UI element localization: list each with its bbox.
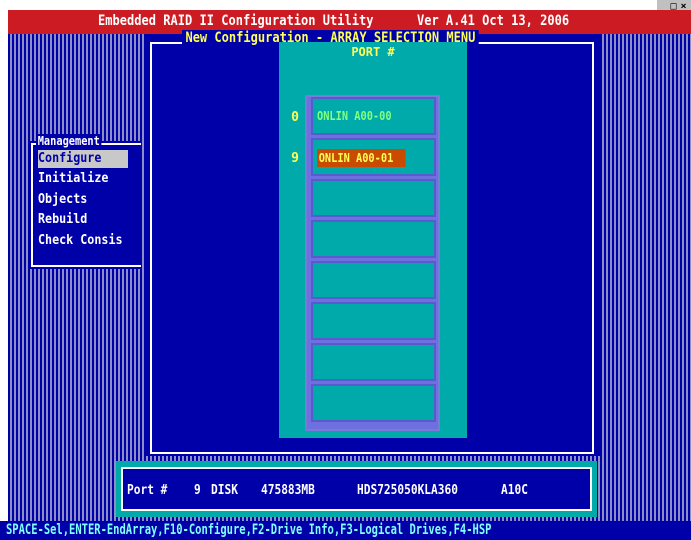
window-top-strip [0, 0, 691, 10]
port-slot-5[interactable] [311, 302, 436, 340]
slot-number: 0 [291, 110, 299, 125]
port-slot-3[interactable] [311, 220, 436, 258]
port-header: PORT # [351, 45, 395, 59]
menu-item-initialize[interactable]: Initialize [38, 170, 128, 188]
menu-item-objects[interactable]: Objects [38, 191, 128, 209]
info-port-label: Port # [127, 483, 168, 498]
port-slot-2[interactable] [311, 179, 436, 217]
help-bar-text: SPACE-Sel,ENTER-EndArray,F10-Configure,F… [6, 522, 492, 538]
info-port-number: 9 [194, 483, 201, 498]
info-drive-firmware: A10C [501, 483, 528, 498]
info-drive-type: DISK [211, 483, 238, 498]
help-bar: SPACE-Sel,ENTER-EndArray,F10-Configure,F… [0, 521, 691, 540]
port-slot-1[interactable]: ONLIN A00-01 [311, 138, 436, 176]
menu-item-check-consistency[interactable]: Check Consis [38, 232, 128, 250]
title-text: Embedded RAID II Configuration Utility V… [98, 13, 570, 29]
menu-item-rebuild[interactable]: Rebuild [38, 211, 128, 229]
info-drive-model: HDS725050KLA360 [357, 483, 458, 498]
port-slot-0[interactable]: ONLIN A00-00 [311, 97, 436, 135]
drive-info-box: Port # 9 DISK 475883MB HDS725050KLA360 A… [121, 467, 592, 511]
menu-item-configure[interactable]: Configure [38, 150, 128, 168]
slot-number: 9 [291, 151, 299, 166]
management-menu-title: Management [36, 134, 102, 148]
port-slot-6[interactable] [311, 343, 436, 381]
info-drive-size: 475883MB [261, 483, 315, 498]
port-slot-7[interactable] [311, 384, 436, 422]
slot-status-label-selected: ONLIN A00-01 [317, 149, 406, 167]
port-slot-list: ONLIN A00-00 ONLIN A00-01 [305, 95, 440, 431]
slot-status-label: ONLIN A00-00 [317, 109, 392, 123]
port-slot-4[interactable] [311, 261, 436, 299]
